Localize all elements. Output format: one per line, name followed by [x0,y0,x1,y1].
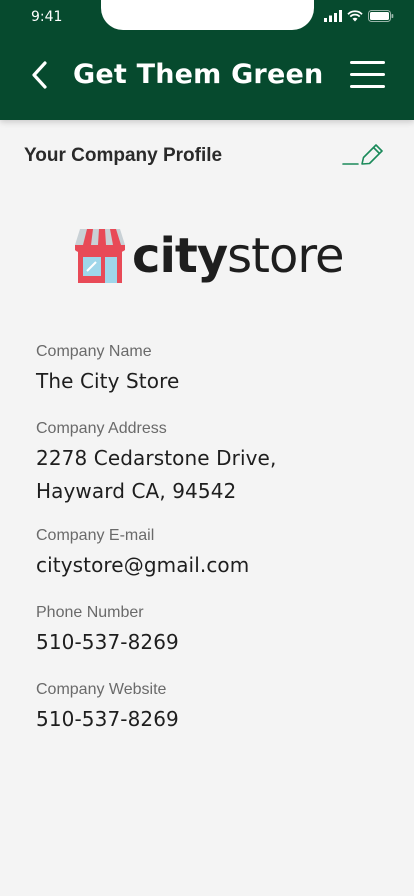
field-label: Company Address [36,420,167,437]
field-label: Company Name [36,343,152,360]
company-address-field: Company Address 2278 Cedarstone Drive, H… [36,419,356,508]
battery-icon [368,10,394,22]
back-button[interactable] [25,58,53,92]
phone-number-field: Phone Number 510-537-8269 [36,603,376,659]
logo-text-bold: city [132,228,228,284]
page-title: Get Them Green [73,59,324,90]
field-label: Company Website [36,681,167,698]
app-header: 9:41 Get Them Green [0,0,414,120]
signal-icon [324,10,342,22]
edit-profile-button[interactable] [340,140,386,170]
status-icons [324,10,394,22]
field-value: 510-537-8269 [36,630,179,654]
company-website-field: Company Website 510-537-8269 [36,680,376,736]
section-title: Your Company Profile [24,145,223,166]
logo-wordmark: citystore [132,226,345,286]
company-name-field: Company Name The City Store [36,342,376,398]
company-email-field: Company E-mail citystore@gmail.com [36,526,376,582]
menu-icon-bar [350,61,385,64]
wifi-icon [347,10,363,22]
menu-button[interactable] [349,59,387,91]
field-value: citystore@gmail.com [36,553,250,577]
pencil-icon [342,144,383,165]
store-icon [75,229,125,283]
field-label: Phone Number [36,604,144,621]
menu-icon-bar [350,73,385,76]
device-notch [101,0,314,30]
status-time: 9:41 [31,9,63,25]
logo-text-light: store [227,228,344,284]
company-logo: citystore [74,225,345,287]
chevron-left-icon [32,61,47,89]
field-value: The City Store [36,369,180,393]
field-value: 510-537-8269 [36,707,179,731]
field-label: Company E-mail [36,527,155,544]
field-value: 2278 Cedarstone Drive, Hayward CA, 94542 [36,446,277,503]
menu-icon-bar [350,85,385,88]
